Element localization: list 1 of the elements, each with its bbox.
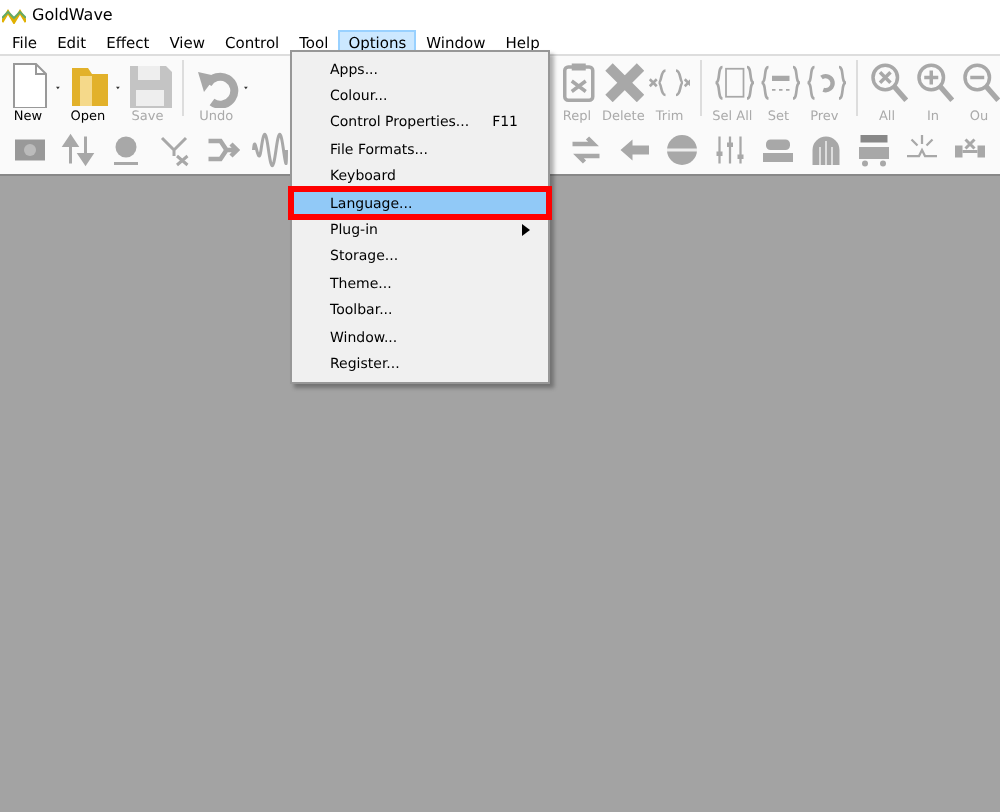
window-title: GoldWave [32,6,113,24]
